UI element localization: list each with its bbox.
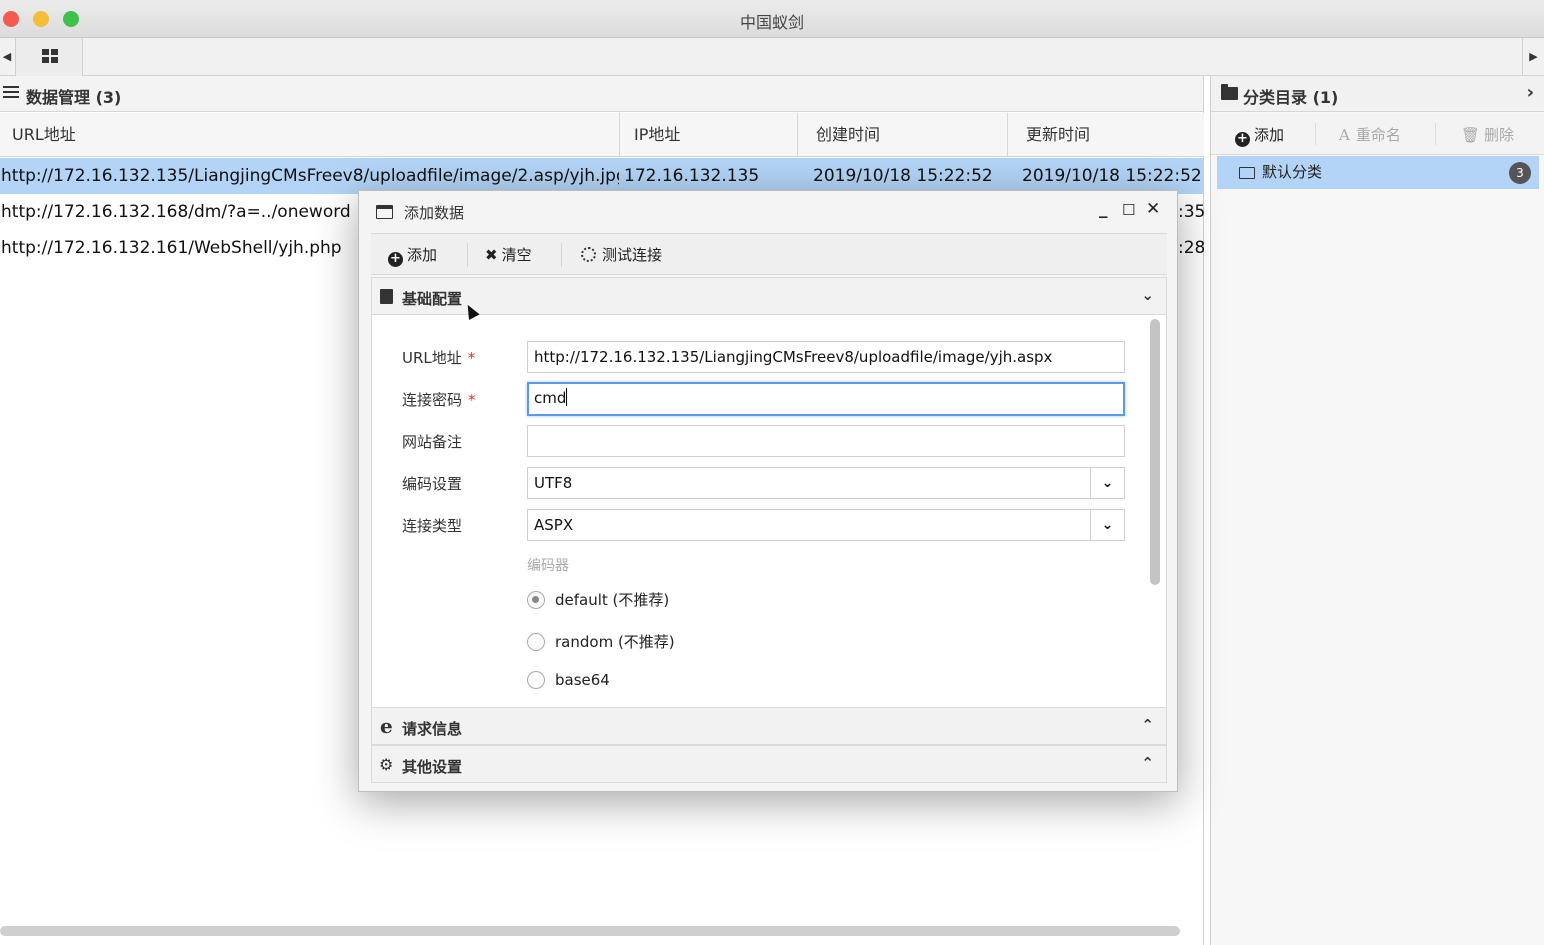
- font-icon: A: [1339, 126, 1350, 144]
- password-field[interactable]: cmd: [527, 382, 1125, 416]
- encoding-label: 编码设置: [402, 475, 463, 493]
- type-value: ASPX: [534, 516, 574, 534]
- title-bar: 中国蚁剑: [0, 0, 1544, 38]
- tab-strip: ◀ ▶: [0, 38, 1544, 76]
- toolbar-divider: [467, 243, 468, 267]
- tab-home[interactable]: [15, 38, 83, 76]
- dialog-clear-button[interactable]: ✖ 清空: [485, 244, 532, 265]
- ie-icon: e: [380, 714, 393, 738]
- collapse-arrow-icon[interactable]: ›: [1527, 82, 1534, 103]
- type-select[interactable]: ASPX ⌄: [527, 509, 1125, 541]
- tab-scroll-right-icon[interactable]: ▶: [1522, 38, 1544, 76]
- data-panel-title: 数据管理 (3): [26, 88, 122, 107]
- toolbar-divider: [1435, 123, 1436, 145]
- category-count-badge: 3: [1509, 162, 1531, 184]
- folder-outline-icon: [1239, 167, 1255, 179]
- section-request-info[interactable]: e 请求信息 ⌃: [371, 707, 1167, 745]
- minimize-icon[interactable]: _: [1099, 199, 1108, 219]
- row-ip: 172.16.132.135: [624, 166, 760, 186]
- category-panel: 分类目录 (1) › + 添加 A 重命名 🗑 删除 默认分类 3: [1210, 76, 1544, 945]
- trash-icon: 🗑: [1461, 126, 1481, 144]
- category-rename-button[interactable]: A 重命名: [1339, 124, 1401, 145]
- tab-scroll-left-icon[interactable]: ◀: [0, 38, 14, 76]
- url-field[interactable]: http://172.16.132.135/LiangjingCMsFreev8…: [527, 341, 1125, 373]
- note-field[interactable]: [527, 425, 1125, 457]
- chevron-down-icon: ⌄: [1141, 286, 1154, 304]
- horizontal-scrollbar[interactable]: [0, 926, 1180, 936]
- category-panel-title: 分类目录 (1): [1243, 88, 1339, 107]
- column-header-ip[interactable]: IP地址: [620, 113, 798, 157]
- category-delete-button[interactable]: 🗑 删除: [1461, 124, 1514, 145]
- grid-icon: [42, 49, 58, 63]
- row-updated: :28: [1178, 238, 1204, 258]
- category-label: 默认分类: [1262, 163, 1323, 181]
- encoding-value: UTF8: [534, 474, 573, 492]
- category-panel-header: 分类目录 (1) ›: [1211, 76, 1544, 112]
- add-data-dialog: 添加数据 _ ☐ ✕ + 添加 ✖ 清空 测试连接 基础配置 ⌄ URL地址 * ht…: [358, 190, 1178, 792]
- data-panel-header: 数据管理 (3): [0, 76, 1203, 112]
- cogs-icon: ⚙: [379, 755, 394, 774]
- maximize-icon[interactable]: ☐: [1122, 201, 1135, 219]
- test-connection-label: 测试连接: [602, 246, 663, 264]
- url-label: URL地址 *: [402, 349, 476, 367]
- toolbar-divider: [1315, 123, 1316, 145]
- document-icon: [380, 289, 393, 304]
- list-icon: [3, 86, 19, 100]
- type-label: 连接类型: [402, 517, 463, 535]
- category-delete-label: 删除: [1484, 126, 1515, 144]
- folder-icon: [1221, 84, 1238, 100]
- table-row[interactable]: http://172.16.132.135/LiangjingCMsFreev8…: [0, 158, 1204, 194]
- plus-circle-icon: +: [388, 252, 403, 267]
- x-icon: ✖: [485, 246, 498, 264]
- basic-config-form: URL地址 * http://172.16.132.135/LiangjingCM…: [371, 315, 1167, 707]
- section-other-label: 其他设置: [402, 758, 463, 776]
- toolbar-divider: [561, 243, 562, 267]
- column-header-updated[interactable]: 更新时间: [1008, 113, 1204, 157]
- chevron-down-icon: ⌄: [1090, 510, 1124, 540]
- radio-selected[interactable]: [527, 591, 545, 609]
- plus-circle-icon: +: [1235, 132, 1250, 147]
- dialog-add-button[interactable]: + 添加: [388, 244, 437, 267]
- encoder-option-default[interactable]: default (不推荐): [527, 589, 669, 610]
- row-updated: 2019/10/18 15:22:52: [1022, 166, 1202, 186]
- row-created: 2019/10/18 15:22:52: [813, 166, 993, 186]
- dialog-title: 添加数据: [404, 204, 465, 222]
- encoder-heading: 编码器: [527, 558, 569, 574]
- password-label: 连接密码 *: [402, 391, 476, 409]
- category-rename-label: 重命名: [1355, 126, 1401, 144]
- category-toolbar: + 添加 A 重命名 🗑 删除: [1211, 113, 1544, 155]
- row-updated: :35: [1178, 202, 1204, 222]
- section-request-label: 请求信息: [402, 720, 463, 738]
- section-other-settings[interactable]: ⚙ 其他设置 ⌃: [371, 745, 1167, 783]
- dialog-title-bar[interactable]: 添加数据 _ ☐ ✕: [359, 191, 1177, 233]
- window-title: 中国蚁剑: [739, 13, 804, 32]
- column-header-url[interactable]: URL地址: [0, 113, 620, 157]
- section-basic-config[interactable]: 基础配置 ⌄: [371, 277, 1167, 315]
- dialog-clear-label: 清空: [501, 246, 532, 264]
- section-basic-label: 基础配置: [402, 290, 463, 308]
- radio[interactable]: [527, 671, 545, 689]
- spinner-icon: [581, 247, 596, 262]
- radio[interactable]: [527, 633, 545, 651]
- dialog-add-label: 添加: [407, 246, 438, 264]
- row-url: http://172.16.132.135/LiangjingCMsFreev8…: [1, 166, 619, 186]
- encoder-option-base64[interactable]: base64: [527, 671, 610, 689]
- chevron-up-icon: ⌃: [1141, 754, 1154, 772]
- category-add-button[interactable]: + 添加: [1235, 124, 1284, 147]
- note-label: 网站备注: [402, 433, 463, 451]
- chevron-down-icon: ⌄: [1090, 468, 1124, 498]
- test-connection-button[interactable]: 测试连接: [581, 244, 662, 265]
- encoder-option-random[interactable]: random (不推荐): [527, 631, 675, 652]
- dialog-toolbar: + 添加 ✖ 清空 测试连接: [371, 233, 1167, 275]
- encoding-select[interactable]: UTF8 ⌄: [527, 467, 1125, 499]
- column-header-created[interactable]: 创建时间: [798, 113, 1008, 157]
- category-add-label: 添加: [1254, 126, 1285, 144]
- form-scrollbar[interactable]: [1150, 319, 1160, 585]
- close-icon[interactable]: ✕: [1146, 199, 1160, 219]
- window-icon: [376, 205, 393, 219]
- category-item-default[interactable]: 默认分类 3: [1217, 156, 1539, 189]
- chevron-up-icon: ⌃: [1141, 716, 1154, 734]
